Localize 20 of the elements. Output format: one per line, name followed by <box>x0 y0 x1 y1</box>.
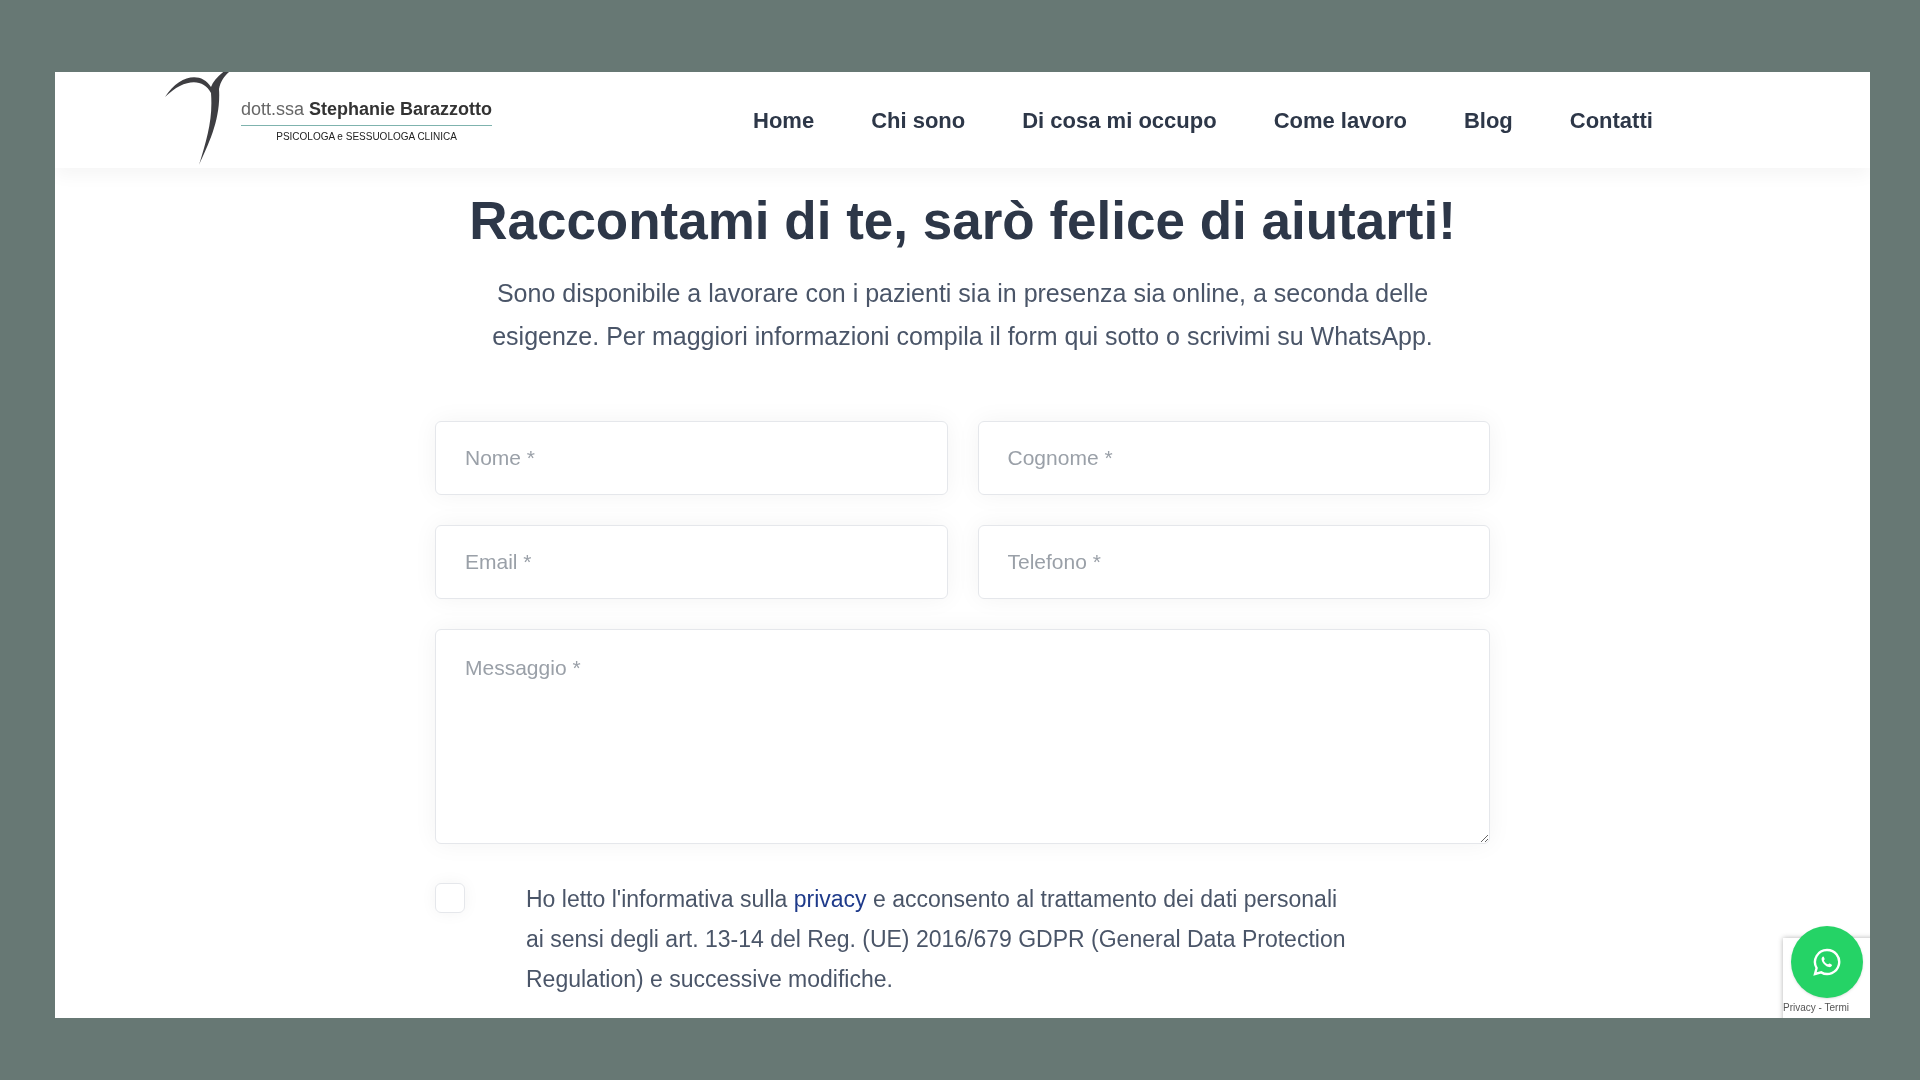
privacy-link[interactable]: privacy <box>793 886 867 913</box>
logo-title: dott.ssa Stephanie Barazzotto <box>241 96 493 126</box>
logo-tagline: PSICOLOGA e SESSUOLOGA CLINICA <box>275 130 458 144</box>
nav-link[interactable]: Di cosa mi occupo <box>1022 103 1217 137</box>
text-field[interactable]: Telefono * <box>977 525 1490 600</box>
message-field[interactable]: Messaggio * <box>435 629 1490 845</box>
text-field[interactable]: Cognome * <box>977 421 1490 496</box>
whatsapp-icon <box>1812 947 1842 977</box>
consent-text: Ho letto l'informativa sulla privacy e acconsento al trattamento dei dati personali ai sensi degli art. 13-14 del Reg. (UE) 2016/679 GDPR (General Data Protection Regulation) e successive modifiche. <box>526 885 1347 995</box>
nav-link[interactable]: Home <box>753 103 815 137</box>
text-field[interactable]: Nome * <box>435 421 948 496</box>
nav-link[interactable]: Chi sono <box>871 103 966 137</box>
nav-link[interactable]: Blog <box>1463 103 1513 137</box>
consent-checkbox[interactable] <box>435 883 465 914</box>
nav-link[interactable]: Contatti <box>1569 103 1653 137</box>
text-field[interactable]: Email * <box>435 525 948 600</box>
nav-link[interactable]: Come lavoro <box>1273 103 1407 137</box>
recaptcha-links[interactable]: Privacy - Termi <box>1783 1002 1849 1014</box>
intro-paragraph: Sono disponibile a lavorare con i pazienti sia in presenza sia online, a seconda delle esigenze. Per maggiori informazioni compila il form qui sotto o scrivimi su WhatsApp. <box>491 278 1434 353</box>
page-heading: Raccontami di te, sarò felice di aiutarti! <box>468 190 1457 252</box>
